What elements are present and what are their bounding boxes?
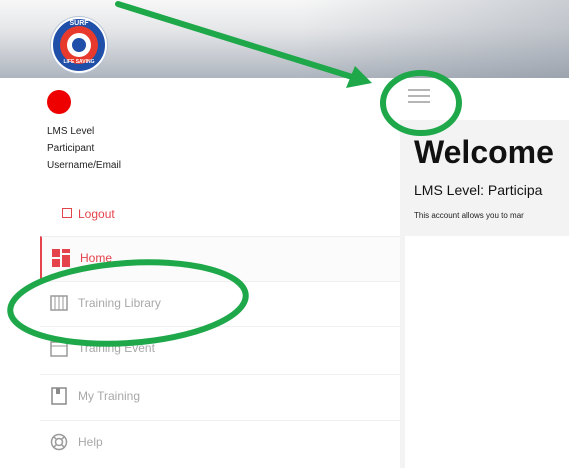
- sidebar-item-home[interactable]: Home: [40, 236, 400, 281]
- profile-role: Participant: [47, 143, 95, 154]
- surf-life-saving-logo: SURF LIFE SAVING: [51, 17, 107, 73]
- lms-level-text: LMS Level: Participa: [414, 182, 543, 198]
- help-lifebuoy-icon: [50, 433, 68, 451]
- logout-label: Logout: [78, 207, 115, 221]
- sidebar-item-label: My Training: [78, 389, 141, 403]
- status-indicator: [47, 90, 71, 114]
- hamburger-menu-button[interactable]: [408, 89, 430, 103]
- sidebar-item-training-library[interactable]: Training Library: [40, 281, 400, 326]
- book-icon: [50, 387, 68, 405]
- logout-icon: [62, 208, 72, 218]
- sidebar-item-label: Training Event: [78, 341, 155, 355]
- menu-line: [408, 95, 430, 97]
- logo-text-top: SURF: [69, 20, 89, 27]
- sidebar-item-help[interactable]: Help: [40, 420, 400, 465]
- profile-lms-level: LMS Level: [47, 126, 95, 137]
- sidebar-item-training-event[interactable]: Training Event: [40, 326, 400, 371]
- library-icon: [50, 294, 68, 312]
- banner-background: [300, 0, 569, 78]
- home-grid-icon: [52, 249, 70, 267]
- sidebar-item-my-training[interactable]: My Training: [40, 374, 400, 419]
- menu-line: [408, 101, 430, 103]
- calendar-icon: [50, 339, 68, 357]
- logo-core: [72, 38, 86, 52]
- menu-line: [408, 89, 430, 91]
- sidebar-item-label: Training Library: [78, 296, 161, 310]
- logo-text-bottom: LIFE SAVING: [63, 59, 95, 65]
- sidebar-item-label: Home: [80, 251, 113, 265]
- sidebar-item-label: Help: [78, 435, 103, 449]
- profile-username: Username/Email: [47, 160, 121, 171]
- content-card: [405, 236, 569, 468]
- account-description: This account allows you to mar: [414, 211, 524, 220]
- page-title: Welcome: [414, 134, 554, 170]
